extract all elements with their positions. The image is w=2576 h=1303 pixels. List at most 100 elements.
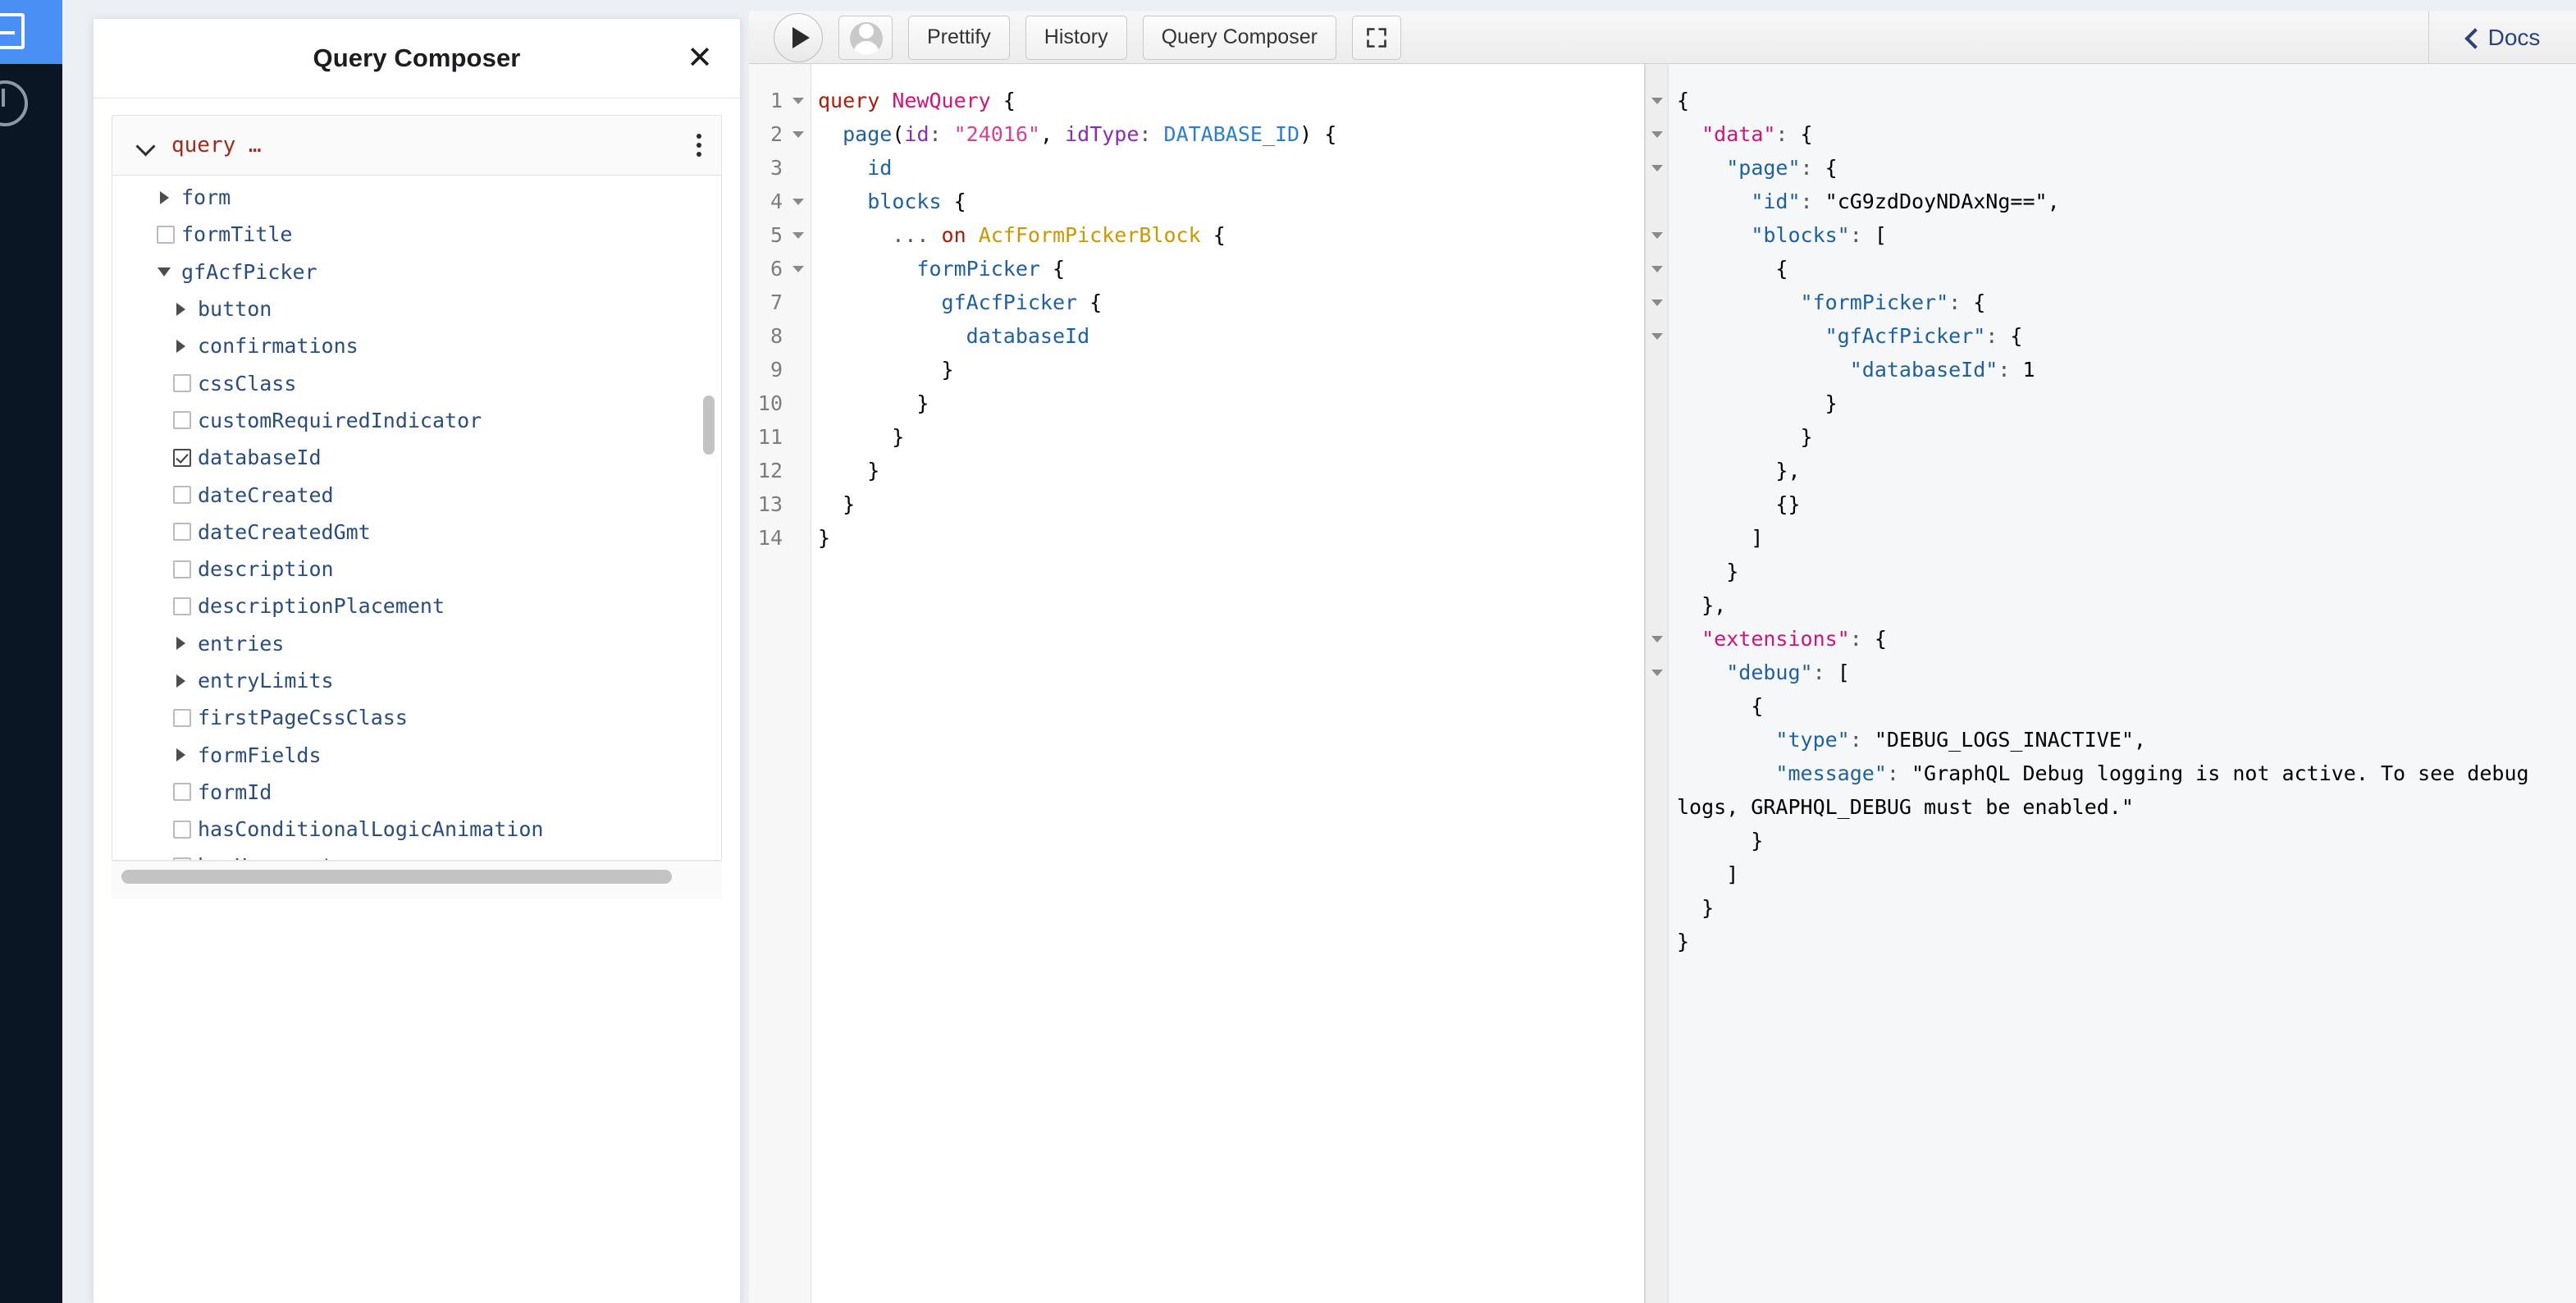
query-editor-gutter[interactable]: 1 2 3 4 5 6 7 8 9 10 11 12 13 14	[749, 64, 811, 1303]
query-composer-body: query … form formTitle gfAcfPicker button co…	[94, 98, 740, 898]
field-tree-row[interactable]: entryLimits	[112, 662, 721, 699]
line-number: 9	[770, 358, 783, 382]
checkbox-icon[interactable]	[173, 523, 191, 542]
fold-triangle-icon[interactable]	[1651, 299, 1663, 306]
history-button[interactable]: History	[1025, 15, 1127, 60]
fold-triangle-icon[interactable]	[1651, 231, 1663, 239]
field-tree-row[interactable]: description	[112, 551, 721, 587]
chevron-down-icon[interactable]	[137, 136, 155, 154]
response-line: "extensions": {	[1701, 627, 1887, 651]
fold-triangle-icon[interactable]	[1651, 97, 1663, 104]
query-tree-root-row[interactable]: query …	[112, 116, 721, 175]
field-tree-row[interactable]: formTitle	[112, 216, 721, 253]
field-tree-horizontal-scrollbar[interactable]	[112, 861, 722, 898]
account-button[interactable]	[838, 15, 893, 60]
checkbox-icon[interactable]	[173, 411, 191, 430]
response-fold-slot	[1646, 757, 1668, 824]
fold-triangle-icon[interactable]	[1651, 669, 1663, 676]
query-tree-card: query … form formTitle gfAcfPicker button co…	[112, 115, 722, 861]
checkbox-icon[interactable]	[173, 857, 191, 860]
field-tree-row[interactable]: hasConditionalLogicAnimation	[112, 811, 721, 848]
response-fold-slot	[1646, 824, 1668, 857]
field-tree-label: customRequiredIndicator	[198, 408, 482, 432]
execute-query-button[interactable]	[774, 12, 823, 62]
scrollbar-thumb-horizontal[interactable]	[121, 870, 672, 884]
checkbox-icon[interactable]	[173, 783, 191, 802]
fold-triangle-icon[interactable]	[792, 231, 804, 239]
field-tree-row[interactable]: formFields	[112, 736, 721, 773]
query-composer-title: Query Composer	[313, 43, 521, 72]
field-tree-row[interactable]: dateCreated	[112, 476, 721, 513]
dashboard-circle-icon[interactable]	[0, 80, 28, 126]
checkbox-icon[interactable]	[157, 225, 175, 244]
code-line: gfAcfPicker {	[941, 290, 1103, 314]
response-fold-slot	[1646, 117, 1668, 151]
line-number: 12	[757, 459, 783, 482]
wordpress-admin-logo-icon	[0, 13, 25, 49]
checkbox-icon[interactable]	[173, 820, 191, 839]
fold-triangle-icon[interactable]	[1651, 130, 1663, 138]
field-tree-row[interactable]: formId	[112, 774, 721, 811]
admin-sidebar-rail	[0, 0, 62, 1303]
fold-triangle-icon[interactable]	[792, 97, 804, 104]
field-tree-row[interactable]: confirmations	[112, 327, 721, 364]
query-composer-header: Query Composer ✕	[94, 19, 740, 98]
field-tree-row[interactable]: button	[112, 290, 721, 327]
line-number: 2	[749, 117, 811, 151]
kebab-menu-icon[interactable]	[697, 130, 703, 161]
response-fold-slot	[1646, 487, 1668, 521]
response-line: {	[1677, 257, 1788, 281]
fullscreen-button[interactable]	[1351, 15, 1401, 60]
response-fold-slot	[1646, 420, 1668, 454]
field-tree-row[interactable]: customRequiredIndicator	[112, 402, 721, 439]
fold-triangle-icon[interactable]	[792, 265, 804, 272]
checkbox-icon[interactable]	[173, 708, 191, 727]
fold-triangle-icon[interactable]	[1651, 332, 1663, 340]
close-icon[interactable]: ✕	[682, 40, 718, 76]
code-line: databaseId	[966, 324, 1090, 348]
fold-triangle-icon[interactable]	[792, 130, 804, 138]
field-tree-row[interactable]: firstPageCssClass	[112, 699, 721, 736]
code-line: query NewQuery {	[818, 89, 1016, 112]
field-tree-row[interactable]: form	[112, 179, 721, 216]
fold-triangle-icon[interactable]	[1651, 265, 1663, 272]
prettify-button[interactable]: Prettify	[908, 15, 1010, 60]
field-tree-row[interactable]: cssClass	[112, 364, 721, 401]
field-tree-row[interactable]: entries	[112, 625, 721, 662]
checkbox-checked-icon[interactable]	[173, 448, 191, 467]
response-line: "type": "DEBUG_LOGS_INACTIVE",	[1775, 728, 2146, 752]
field-tree-label: entryLimits	[198, 669, 334, 693]
response-line: }	[1677, 930, 1690, 953]
docs-button[interactable]: Docs	[2428, 11, 2576, 64]
field-tree-row[interactable]: databaseId	[112, 439, 721, 476]
scrollbar-thumb-vertical[interactable]	[703, 395, 715, 455]
rail-logo-block[interactable]	[0, 0, 62, 64]
checkbox-icon[interactable]	[173, 597, 191, 615]
response-fold-slot	[1646, 84, 1668, 117]
query-editor-pane[interactable]: 1 2 3 4 5 6 7 8 9 10 11 12 13 14 query NewQuery { pag…	[749, 64, 1645, 1303]
line-number: 6	[749, 252, 811, 286]
field-tree-row[interactable]: hasHoneypot	[112, 848, 721, 860]
query-editor-code[interactable]: query NewQuery { page(id: "24016", idTyp…	[818, 84, 1644, 555]
fold-triangle-icon[interactable]	[1651, 635, 1663, 642]
code-line: formPicker {	[916, 257, 1066, 281]
query-composer-button[interactable]: Query Composer	[1142, 15, 1336, 60]
query-root-label: query …	[171, 133, 262, 158]
field-tree-row[interactable]: dateCreatedGmt	[112, 514, 721, 551]
line-number: 13	[757, 492, 783, 516]
field-tree-vertical-scrollbar[interactable]	[701, 176, 716, 860]
fold-triangle-icon[interactable]	[1651, 164, 1663, 171]
line-number: 10	[757, 391, 783, 415]
expand-icon	[1367, 27, 1386, 48]
response-pane[interactable]: { "data": { "page": { "id": "cG9zdDoyNDA…	[1645, 64, 2576, 1303]
query-composer-panel: Query Composer ✕ query … form formTitle gf…	[93, 18, 741, 1303]
checkbox-icon[interactable]	[173, 560, 191, 578]
field-tree-row[interactable]: gfAcfPicker	[112, 254, 721, 290]
field-tree-row[interactable]: descriptionPlacement	[112, 587, 721, 624]
response-fold-gutter[interactable]	[1646, 64, 1669, 1303]
fold-triangle-icon[interactable]	[792, 198, 804, 205]
field-tree-scroll-area[interactable]: form formTitle gfAcfPicker button confirmati…	[112, 175, 721, 860]
response-line: "debug": [	[1726, 661, 1850, 684]
checkbox-icon[interactable]	[173, 374, 191, 393]
checkbox-icon[interactable]	[173, 486, 191, 505]
